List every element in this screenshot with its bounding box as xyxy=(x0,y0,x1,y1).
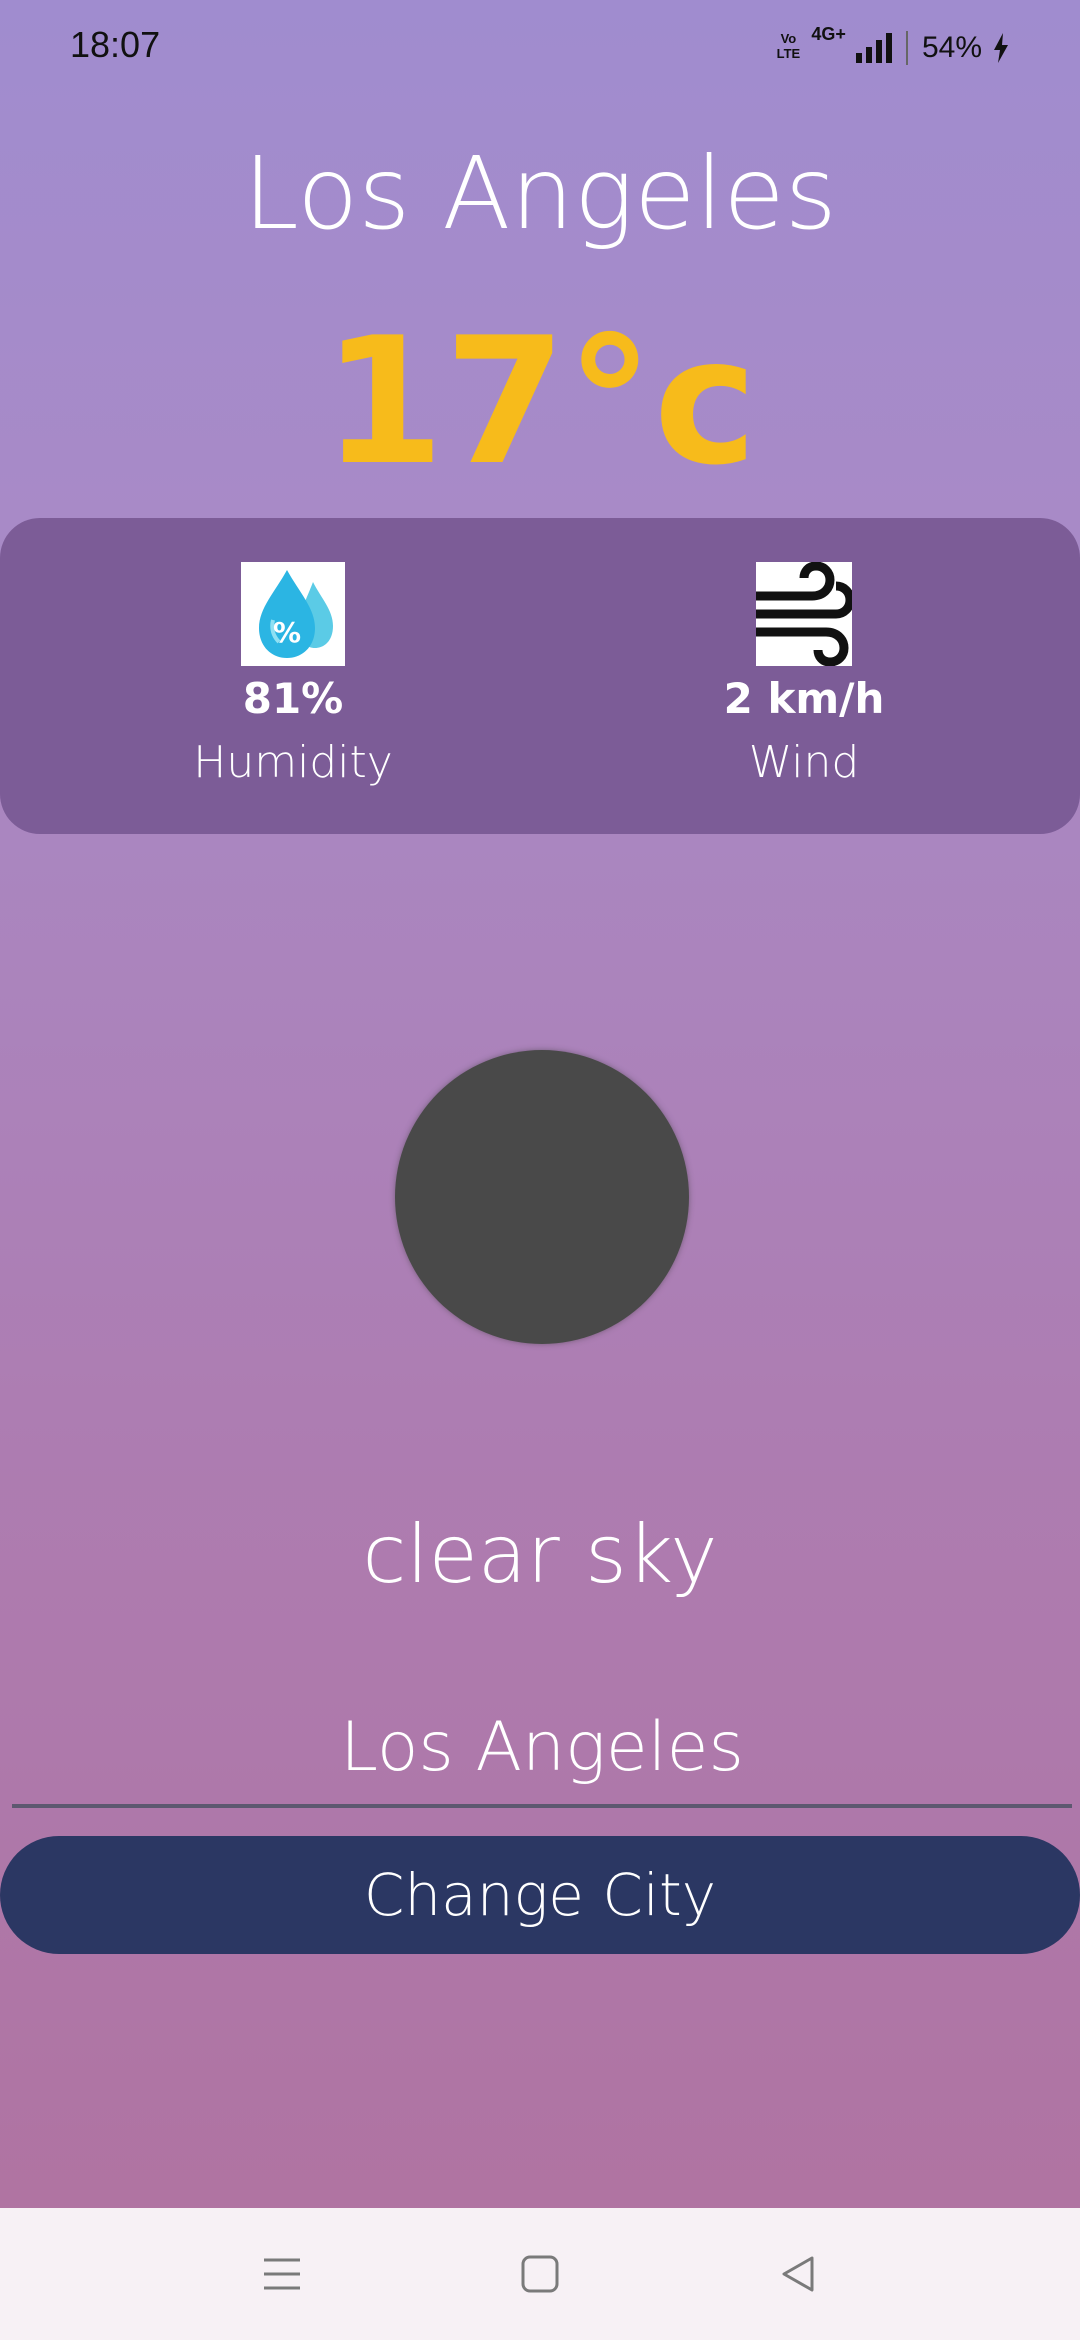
home-button[interactable] xyxy=(508,2242,572,2306)
change-city-button[interactable]: Change City xyxy=(0,1836,1080,1954)
wind-stat: 2 km/h Wind xyxy=(604,562,1004,788)
svg-text:%: % xyxy=(273,616,301,649)
stats-card: % 81% Humidity 2 km/h Wind xyxy=(0,518,1080,834)
back-triangle-icon xyxy=(782,2256,814,2292)
signal-icon xyxy=(855,33,892,63)
home-square-icon xyxy=(521,2255,559,2293)
status-time: 18:07 xyxy=(70,24,161,65)
charging-icon xyxy=(994,33,1008,63)
humidity-label: Humidity xyxy=(193,737,393,788)
wind-label: Wind xyxy=(748,737,860,788)
city-input[interactable] xyxy=(12,1690,1072,1808)
status-icons: Vo LTE 4G+ 54% xyxy=(775,24,1010,72)
battery-percent: 54% xyxy=(921,31,982,64)
volte-icon: Vo LTE xyxy=(776,31,801,61)
network-label: 4G+ xyxy=(811,24,846,44)
humidity-value: 81% xyxy=(242,674,344,723)
city-title: Los Angeles xyxy=(243,135,837,252)
menu-icon xyxy=(264,2258,300,2290)
humidity-drop-icon: % xyxy=(241,562,345,666)
weather-description: clear sky xyxy=(362,1508,718,1601)
wind-value: 2 km/h xyxy=(723,674,885,723)
recent-apps-button[interactable] xyxy=(250,2242,314,2306)
weather-icon xyxy=(395,1050,689,1344)
navigation-bar xyxy=(0,2208,1080,2340)
back-button[interactable] xyxy=(766,2242,830,2306)
wind-icon xyxy=(756,562,852,666)
temperature: 17°c xyxy=(322,301,758,504)
status-bar: 18:07 Vo LTE 4G+ 54% xyxy=(0,0,1080,96)
humidity-stat: % 81% Humidity xyxy=(93,562,493,788)
divider xyxy=(905,31,908,65)
